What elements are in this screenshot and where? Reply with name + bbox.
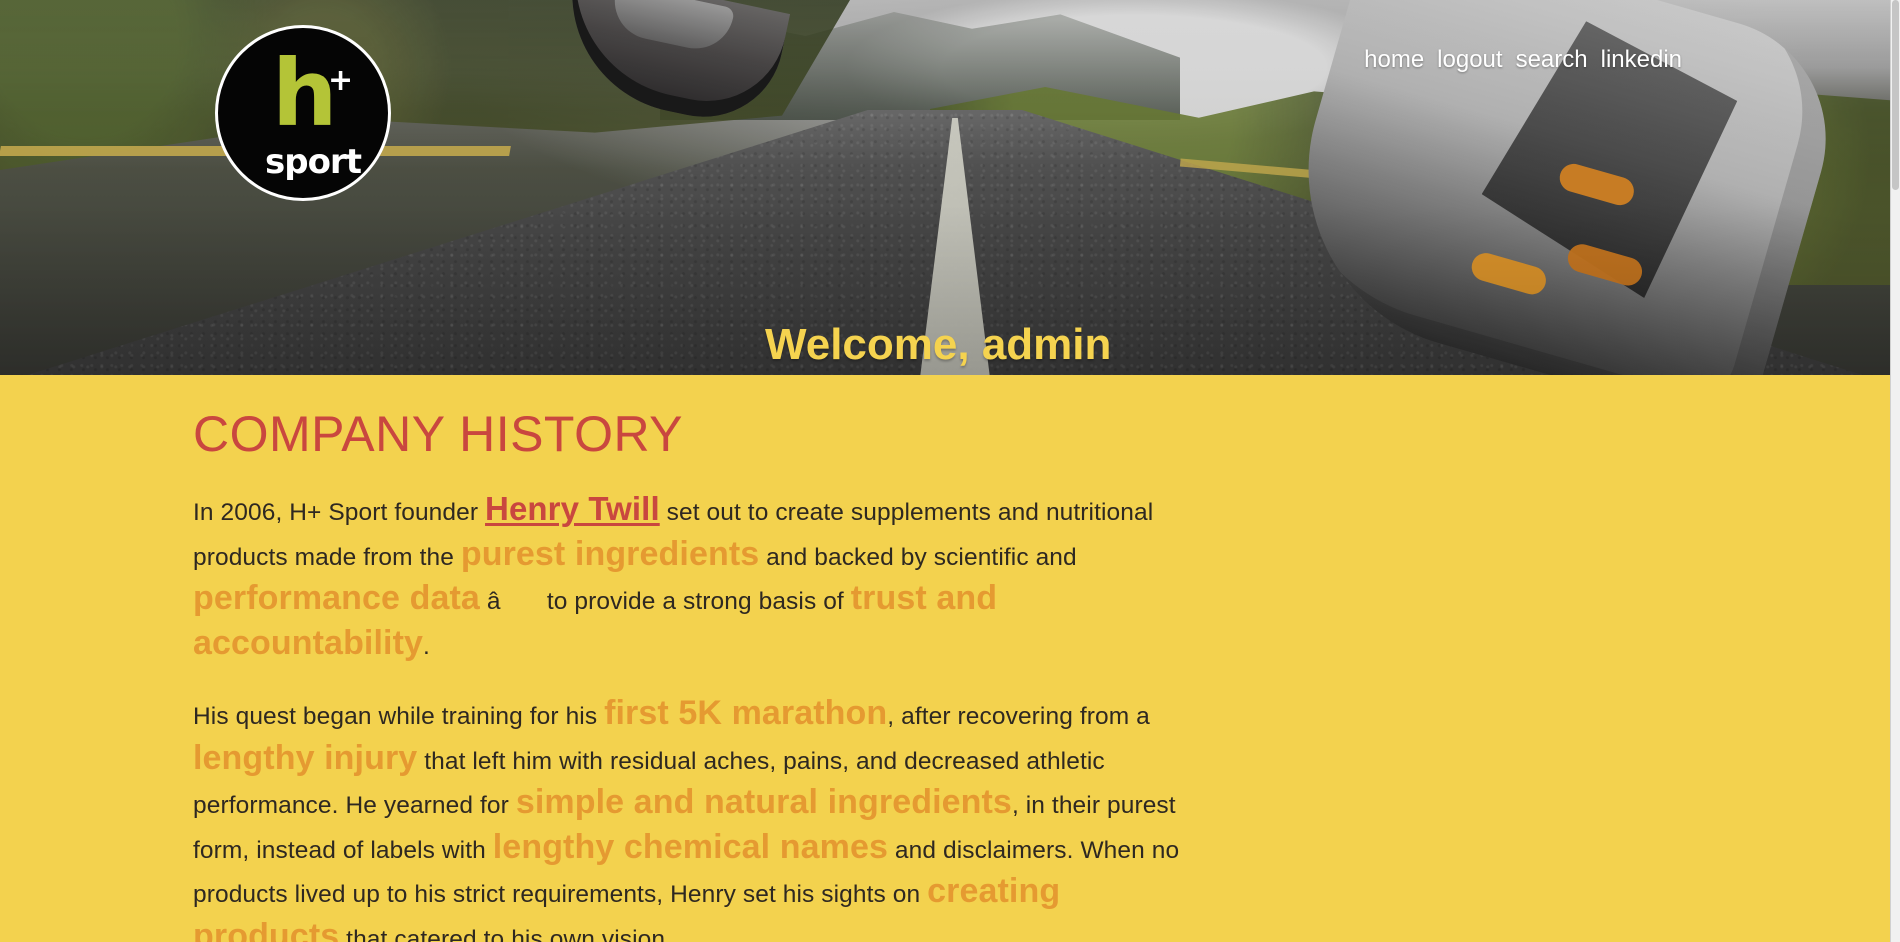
paragraph-2-text-1: His quest began while training for his xyxy=(193,703,605,730)
main-content: COMPANY HISTORY In 2006, H+ Sport founde… xyxy=(193,405,1213,942)
page: h + sport home logout search linkedin We… xyxy=(0,0,1900,942)
highlight-first-5k-marathon: first 5K marathon xyxy=(604,694,888,732)
brand-logo[interactable]: h + sport xyxy=(215,25,391,201)
brand-logo-mark: h xyxy=(272,40,337,147)
nav-linkedin[interactable]: linkedin xyxy=(1601,45,1682,75)
welcome-message: Welcome, admin xyxy=(765,320,1112,369)
scrollbar-thumb[interactable] xyxy=(1892,0,1899,190)
highlight-lengthy-chemical-names: lengthy chemical names xyxy=(492,827,889,866)
paragraph-1-text-4: â to provide a strong basis of xyxy=(479,588,851,615)
top-navigation: home logout search linkedin xyxy=(1364,45,1682,75)
page-title: COMPANY HISTORY xyxy=(193,406,684,462)
paragraph-1-text-1: In 2006, H+ Sport founder xyxy=(193,499,486,526)
paragraph-1-text-5: . xyxy=(423,632,430,660)
nav-logout[interactable]: logout xyxy=(1437,45,1502,75)
company-history-paragraph-1: In 2006, H+ Sport founder Henry Twill se… xyxy=(193,489,1213,667)
highlight-lengthy-injury: lengthy injury xyxy=(193,738,418,777)
nav-home[interactable]: home xyxy=(1364,45,1424,75)
highlight-simple-and-natural-ingredients: simple and natural ingredients xyxy=(515,783,1012,821)
nav-search[interactable]: search xyxy=(1516,45,1588,75)
vertical-scrollbar[interactable] xyxy=(1890,0,1900,942)
highlight-performance-data: performance data xyxy=(193,579,480,617)
highlight-purest-ingredients: purest ingredients xyxy=(460,534,760,573)
brand-logo-word: sport xyxy=(265,142,362,182)
paragraph-2-text-2: , after recovering from a xyxy=(887,703,1150,730)
paragraph-2-text-6: that catered to his own vision. xyxy=(339,925,673,942)
hero-header: h + sport home logout search linkedin We… xyxy=(0,0,1890,375)
founder-link[interactable]: Henry Twill xyxy=(485,490,660,527)
paragraph-1-text-3: and backed by scientific and xyxy=(759,543,1077,571)
brand-logo-plus: + xyxy=(328,63,354,98)
company-history-paragraph-2: His quest began while training for his f… xyxy=(193,693,1213,942)
